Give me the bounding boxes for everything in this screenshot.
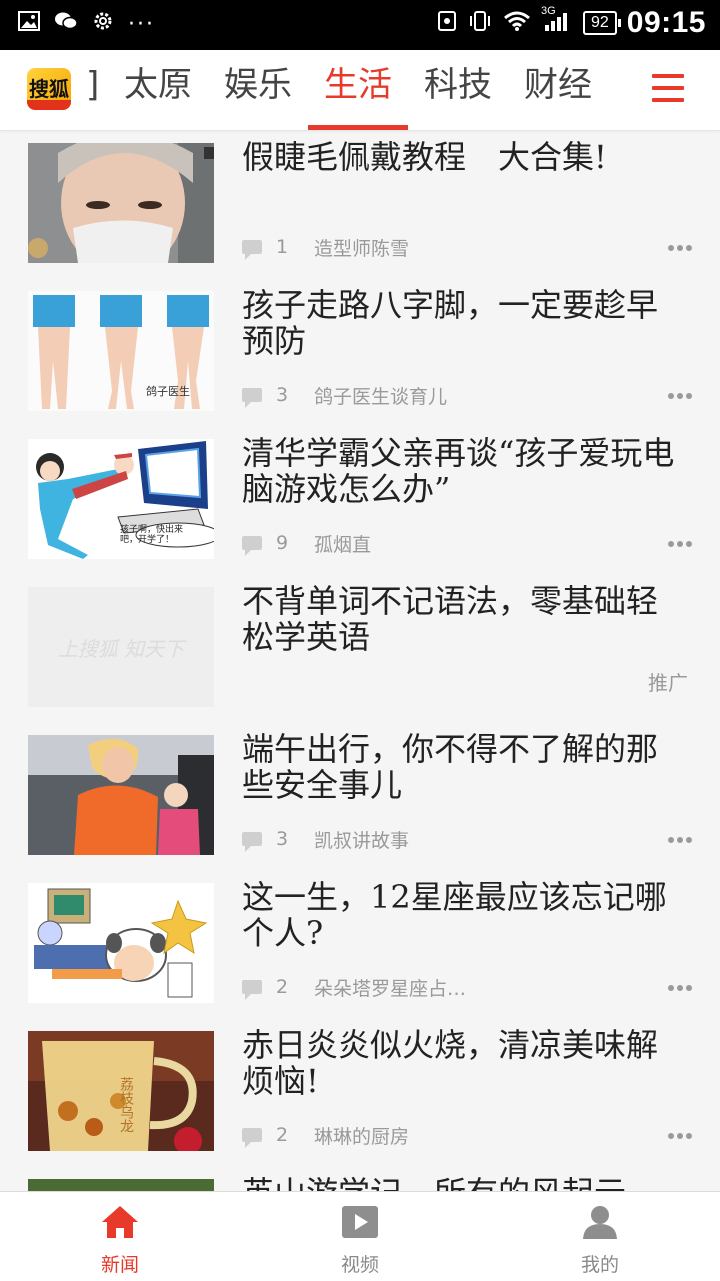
news-title[interactable]: 端午出行，你不得不了解的那些安全事儿 (242, 731, 682, 803)
wifi-icon (503, 10, 531, 37)
comment-count: 1 (276, 236, 289, 258)
news-source: 朵朵塔罗星座占… (314, 977, 467, 1000)
comment-icon (242, 832, 262, 852)
more-options-icon[interactable] (668, 837, 692, 843)
sohu-logo[interactable]: 搜狐 (27, 68, 71, 110)
tab-finance[interactable]: 财经 (508, 50, 608, 130)
news-title[interactable]: 孩子走路八字脚，一定要趁早预防 (242, 287, 682, 359)
news-source: 琳琳的厨房 (314, 1125, 410, 1148)
clock: 09:15 (626, 6, 706, 39)
comment-count: 9 (276, 532, 289, 554)
comment-icon (242, 536, 262, 556)
comment-count: 2 (276, 1124, 289, 1146)
video-icon (340, 1204, 380, 1240)
more-options-icon[interactable] (668, 1133, 692, 1139)
news-thumbnail (28, 143, 214, 263)
news-title[interactable]: 这一生，12星座最应该忘记哪个人? (242, 879, 682, 951)
news-thumbnail (28, 883, 214, 1003)
news-thumbnail (28, 1179, 214, 1191)
news-title[interactable]: 英山游学记，所有的风起云 (242, 1175, 682, 1191)
comment-count: 3 (276, 384, 289, 406)
comment-icon (242, 388, 262, 408)
news-title[interactable]: 清华学霸父亲再谈“孩子爱玩电脑游戏怎么办” (242, 435, 682, 507)
tab-life[interactable]: 生活 (308, 50, 408, 130)
status-notifications: ··· (18, 10, 155, 40)
bottom-nav: 新闻 视频 我的 (0, 1191, 720, 1281)
menu-icon-line (652, 86, 684, 90)
wechat-icon (54, 11, 78, 39)
news-meta: 2 朵朵塔罗星座占… (242, 975, 467, 1000)
comment-icon (242, 1128, 262, 1148)
comment-icon (242, 980, 262, 1000)
status-system: 3G 92 09:15 (437, 5, 706, 40)
news-item[interactable]: 端午出行，你不得不了解的那些安全事儿 3 凯叔讲故事 (0, 723, 720, 871)
news-item[interactable]: 这一生，12星座最应该忘记哪个人? 2 朵朵塔罗星座占… (0, 871, 720, 1019)
more-options-icon[interactable] (668, 985, 692, 991)
news-meta: 3 凯叔讲故事 (242, 827, 410, 852)
gallery-icon (18, 11, 40, 39)
more-options-icon[interactable] (668, 245, 692, 251)
comment-count: 3 (276, 828, 289, 850)
news-meta: 9 孤烟直 (242, 531, 372, 556)
more-notifications-icon: ··· (128, 12, 155, 37)
news-source: 凯叔讲故事 (314, 829, 410, 852)
news-meta: 2 琳琳的厨房 (242, 1123, 410, 1148)
news-source: 孤烟直 (314, 533, 372, 556)
news-meta: 3 鸽子医生谈育儿 (242, 383, 448, 408)
status-bar: ··· 3G 92 09:15 (0, 0, 720, 50)
news-thumbnail: 孩子啊，快出来吧，开学了！ (28, 439, 214, 559)
news-meta: 1 造型师陈雪 (242, 235, 410, 260)
promo-item[interactable]: 上搜狐 知天下 不背单词不记语法，零基础轻松学英语 推广 (0, 575, 720, 723)
nav-label: 视频 (340, 1254, 379, 1276)
thumb-caption: 鸽子医生 (146, 385, 190, 398)
news-title[interactable]: 不背单词不记语法，零基础轻松学英语 (242, 583, 682, 655)
home-icon (100, 1204, 140, 1240)
news-thumbnail: 荔枝乌龙 (28, 1031, 214, 1151)
battery-indicator: 92 (582, 11, 621, 35)
vibrate-icon (467, 10, 493, 37)
tab-partial[interactable]: ] (80, 50, 108, 130)
sim-icon (437, 10, 457, 37)
tab-entertainment[interactable]: 娱乐 (208, 50, 308, 130)
news-feed[interactable]: 假睫毛佩戴教程 大合集! 1 造型师陈雪 鸽子医生 孩子走路八字脚，一定要趁早预… (0, 131, 720, 1191)
comment-icon (242, 240, 262, 260)
nav-label: 我的 (580, 1254, 619, 1276)
nav-video[interactable]: 视频 (240, 1192, 480, 1281)
menu-icon-line (652, 98, 684, 102)
news-item[interactable]: 假睫毛佩戴教程 大合集! 1 造型师陈雪 (0, 131, 720, 279)
signal-icon: 3G (541, 5, 573, 38)
news-source: 鸽子医生谈育儿 (314, 385, 448, 408)
news-title[interactable]: 赤日炎炎似火烧，清凉美味解烦恼! (242, 1027, 682, 1099)
settings-icon (92, 10, 114, 40)
news-item[interactable]: 荔枝乌龙 赤日炎炎似火烧，清凉美味解烦恼! 2 琳琳的厨房 (0, 1019, 720, 1167)
news-title[interactable]: 假睫毛佩戴教程 大合集! (242, 139, 682, 175)
news-item[interactable]: 鸽子医生 孩子走路八字脚，一定要趁早预防 3 鸽子医生谈育儿 (0, 279, 720, 427)
nav-label: 新闻 (100, 1254, 139, 1276)
nav-news[interactable]: 新闻 (0, 1192, 240, 1281)
more-options-icon[interactable] (668, 393, 692, 399)
comment-count: 2 (276, 976, 289, 998)
menu-icon-line (652, 74, 684, 78)
tab-tech[interactable]: 科技 (408, 50, 508, 130)
news-item[interactable]: 孩子啊，快出来吧，开学了！ 清华学霸父亲再谈“孩子爱玩电脑游戏怎么办” 9 孤烟… (0, 427, 720, 575)
more-options-icon[interactable] (668, 541, 692, 547)
network-type: 3G (540, 4, 556, 17)
news-thumbnail (28, 735, 214, 855)
tab-taiyuan[interactable]: 太原 (108, 50, 208, 130)
promo-thumbnail: 上搜狐 知天下 (28, 587, 214, 707)
promo-label: 推广 (648, 671, 688, 695)
news-thumbnail: 鸽子医生 (28, 291, 214, 411)
nav-profile[interactable]: 我的 (480, 1192, 720, 1281)
news-source: 造型师陈雪 (314, 237, 410, 260)
channel-tabs: ] 太原 娱乐 生活 科技 财经 (80, 50, 608, 130)
thumb-caption: 孩子啊，快出来吧，开学了！ (120, 525, 184, 545)
thumb-caption: 荔枝乌龙 (118, 1077, 134, 1133)
logo-text: 搜狐 (29, 77, 69, 101)
placeholder-slogan: 上搜狐 知天下 (57, 636, 185, 661)
channel-bar: 搜狐 ] 太原 娱乐 生活 科技 财经 (0, 50, 720, 131)
user-icon (580, 1204, 620, 1240)
channel-menu-button[interactable] (652, 74, 684, 104)
news-item[interactable]: 英山游学记，所有的风起云 (0, 1167, 720, 1191)
